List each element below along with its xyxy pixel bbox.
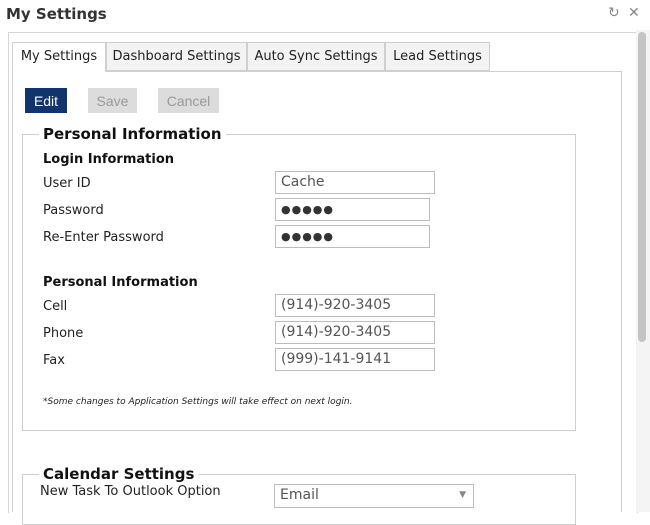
personal-information-heading: Personal Information (43, 275, 198, 290)
password-field[interactable]: ●●●●● (275, 198, 430, 221)
user-id-label: User ID (43, 176, 91, 191)
dialog-titlebar: My Settings ↻ ✕ (0, 0, 650, 30)
personal-information-legend: Personal Information (43, 125, 222, 143)
login-information-heading: Login Information (43, 152, 175, 167)
outlook-option-value: Email (280, 487, 319, 503)
tab-dashboard-settings[interactable]: Dashboard Settings (106, 42, 247, 71)
settings-note: *Some changes to Application Settings wi… (43, 397, 353, 407)
fax-label: Fax (43, 353, 65, 368)
tab-label: Lead Settings (393, 49, 482, 64)
cell-field[interactable]: (914)-920-3405 (275, 294, 435, 317)
dropdown-arrow-icon: ▼ (459, 490, 466, 500)
phone-label: Phone (43, 326, 84, 341)
tab-label: Dashboard Settings (112, 49, 241, 64)
scrollbar-thumb[interactable] (638, 32, 646, 342)
tab-my-settings[interactable]: My Settings (12, 42, 106, 72)
reenter-password-field[interactable]: ●●●●● (275, 225, 430, 248)
outlook-option-select[interactable]: Email ▼ (274, 484, 474, 508)
refresh-icon[interactable]: ↻ (608, 5, 620, 21)
tab-label: My Settings (20, 49, 98, 64)
tab-auto-sync-settings[interactable]: Auto Sync Settings (247, 42, 385, 71)
edit-button[interactable]: Edit (25, 88, 67, 113)
close-icon[interactable]: ✕ (628, 5, 640, 21)
cancel-button: Cancel (158, 88, 219, 113)
calendar-settings-legend: Calendar Settings (43, 465, 195, 483)
vertical-scrollbar[interactable] (636, 30, 650, 512)
cell-label: Cell (43, 299, 68, 314)
tab-label: Auto Sync Settings (254, 49, 378, 64)
user-id-field[interactable]: Cache (275, 171, 435, 194)
fax-field[interactable]: (999)-141-9141 (275, 348, 435, 371)
save-button: Save (88, 88, 137, 113)
dialog-title: My Settings (6, 5, 107, 23)
phone-field[interactable]: (914)-920-3405 (275, 321, 435, 344)
tab-lead-settings[interactable]: Lead Settings (385, 42, 490, 71)
outlook-option-label: New Task To Outlook Option (40, 484, 221, 499)
password-label: Password (43, 203, 104, 218)
reenter-password-label: Re-Enter Password (43, 230, 164, 245)
